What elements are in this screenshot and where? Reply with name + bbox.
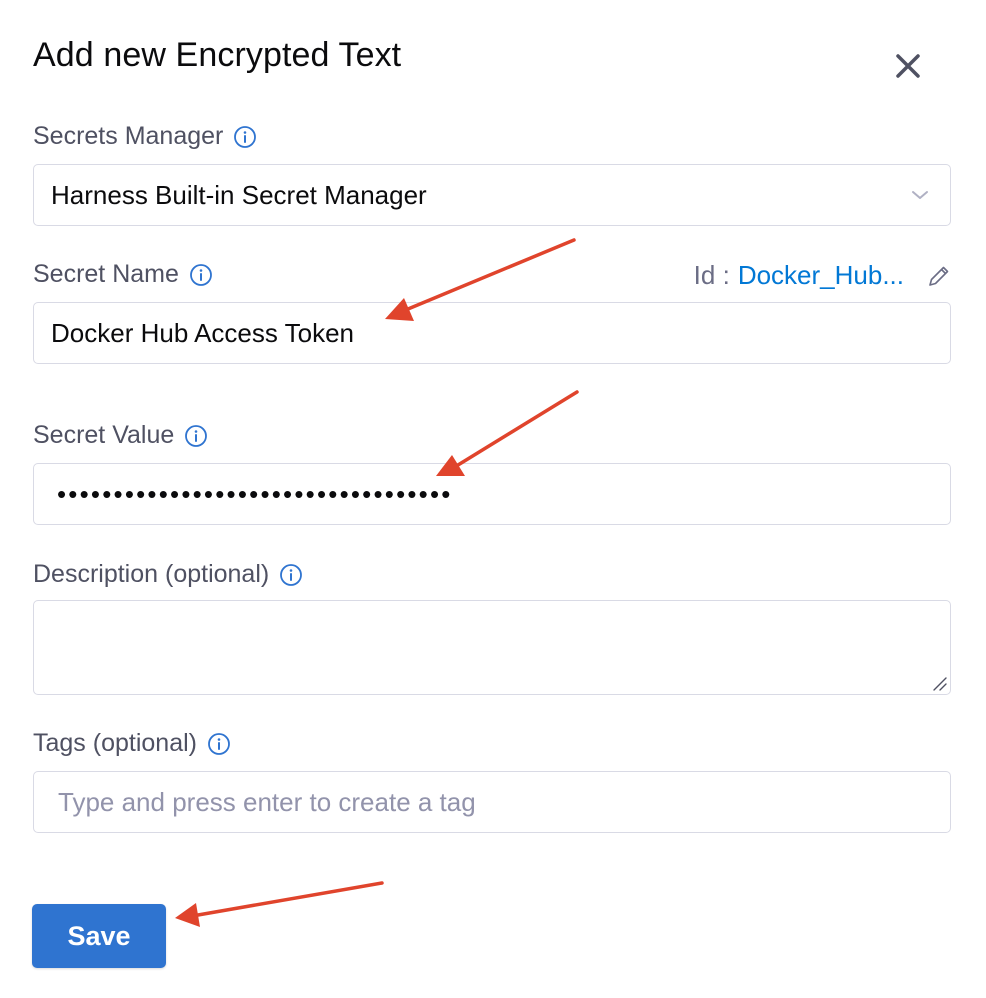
tags-input[interactable]: Type and press enter to create a tag	[33, 771, 951, 833]
info-icon[interactable]	[207, 732, 231, 756]
encrypted-text-dialog: Add new Encrypted Text Secrets Manager H…	[0, 0, 986, 998]
secrets-manager-selected: Harness Built-in Secret Manager	[51, 179, 427, 210]
secrets-manager-select[interactable]: Harness Built-in Secret Manager	[33, 164, 951, 226]
info-icon[interactable]	[184, 424, 208, 448]
info-icon[interactable]	[279, 563, 303, 587]
secret-value-input[interactable]: •••••••••••••••••••••••••••••••••••	[33, 463, 951, 525]
secrets-manager-label-text: Secrets Manager	[33, 122, 224, 150]
secret-name-label: Secret Name	[33, 260, 213, 289]
save-button[interactable]: Save	[32, 904, 166, 968]
secret-id-label: Id :	[693, 260, 730, 290]
resize-handle-icon[interactable]	[931, 675, 947, 691]
secrets-manager-label: Secrets Manager	[33, 122, 257, 151]
dialog-title: Add new Encrypted Text	[33, 36, 402, 74]
close-icon[interactable]	[890, 48, 926, 84]
pencil-edit-icon[interactable]	[926, 263, 952, 289]
description-textarea[interactable]	[33, 600, 951, 695]
secret-id-row: Id : Docker_Hub...	[694, 260, 952, 291]
secret-value-masked: •••••••••••••••••••••••••••••••••••	[57, 478, 453, 509]
secret-name-value: Docker Hub Access Token	[51, 317, 354, 348]
annotation-arrow-save	[175, 881, 384, 927]
info-icon[interactable]	[189, 263, 213, 287]
info-icon[interactable]	[233, 125, 257, 149]
secret-name-label-text: Secret Name	[33, 260, 179, 288]
chevron-down-icon	[912, 191, 928, 199]
tags-label-text: Tags (optional)	[33, 729, 197, 757]
secret-value-label: Secret Value	[33, 421, 208, 450]
description-label: Description (optional)	[33, 560, 303, 589]
description-label-text: Description (optional)	[33, 560, 270, 588]
secret-name-input[interactable]: Docker Hub Access Token	[33, 302, 951, 364]
secret-id-value: Docker_Hub...	[737, 260, 904, 290]
tags-placeholder: Type and press enter to create a tag	[58, 786, 476, 817]
secret-value-label-text: Secret Value	[33, 421, 175, 449]
tags-label: Tags (optional)	[33, 729, 231, 758]
